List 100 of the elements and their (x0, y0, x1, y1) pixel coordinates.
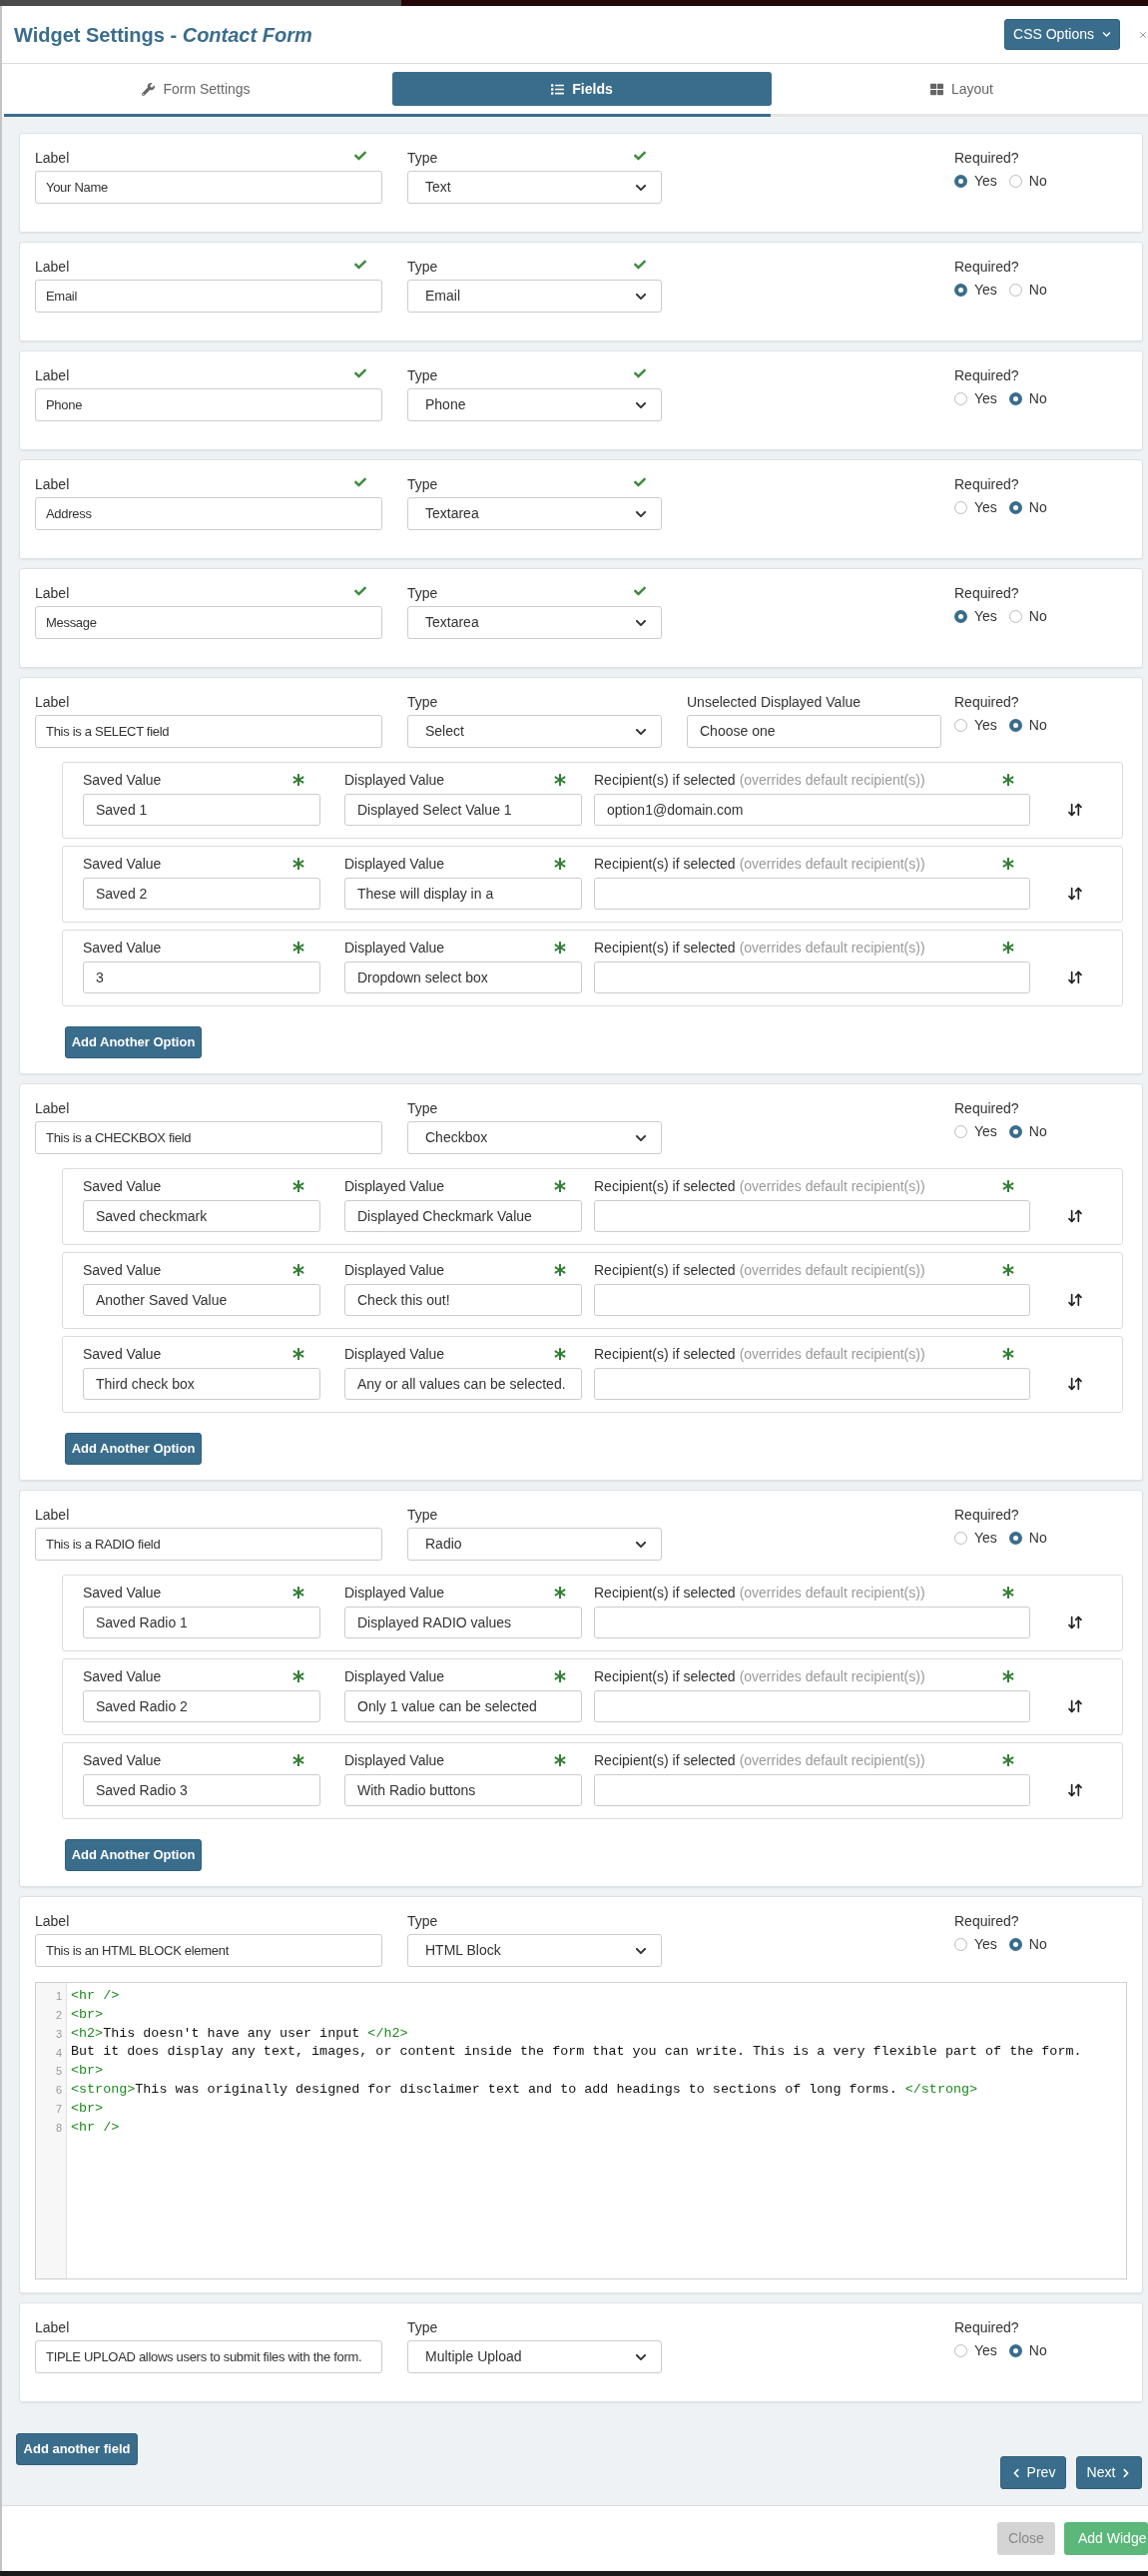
radio-option[interactable]: Yes (954, 1934, 997, 1954)
radio-option[interactable]: Yes (954, 1121, 997, 1141)
radio-option[interactable]: No (1008, 606, 1047, 626)
label-input[interactable]: This is a SELECT field (35, 715, 382, 748)
tab[interactable]: Layout (776, 72, 1148, 106)
up-down-arrows-icon[interactable] (1067, 1698, 1083, 1714)
up-down-arrows-icon[interactable] (1067, 886, 1083, 902)
saved-value-input[interactable]: Saved Radio 2 (83, 1690, 320, 1722)
displayed-value-input[interactable]: With Radio buttons (344, 1774, 582, 1806)
asterisk-icon (292, 1348, 304, 1360)
recipient-input[interactable] (594, 1690, 1030, 1722)
recipient-input[interactable] (594, 1284, 1030, 1316)
type-select[interactable]: Multiple Upload (407, 2340, 662, 2373)
unselected-value-input[interactable]: Choose one (687, 715, 941, 748)
recipient-input[interactable] (594, 1607, 1030, 1638)
radio-option[interactable]: Yes (954, 606, 997, 626)
radio-option[interactable]: No (1008, 280, 1047, 300)
radio-option[interactable]: No (1008, 715, 1047, 735)
label-input[interactable]: This is a RADIO field (35, 1528, 382, 1561)
type-select[interactable]: HTML Block (407, 1934, 662, 1967)
label-caption: Label (35, 1098, 70, 1118)
saved-value-input[interactable]: Saved checkmark (83, 1200, 320, 1232)
displayed-value-input[interactable]: Displayed Select Value 1 (344, 794, 582, 826)
asterisk-icon (1002, 942, 1014, 954)
up-down-arrows-icon[interactable] (1067, 1208, 1083, 1224)
saved-value-input[interactable]: Saved 2 (83, 878, 320, 910)
required-caption: Required? (954, 257, 1019, 277)
displayed-value-input[interactable]: These will display in a (344, 878, 582, 910)
asterisk-icon (292, 774, 304, 786)
saved-value-input[interactable]: Third check box (83, 1368, 320, 1400)
radio-option[interactable]: Yes (954, 715, 997, 735)
type-select[interactable]: Checkbox (407, 1121, 662, 1154)
required-caption: Required? (954, 148, 1019, 168)
up-down-arrows-icon[interactable] (1067, 1614, 1083, 1630)
radio-option[interactable]: No (1008, 388, 1047, 408)
add-option-button[interactable]: Add Another Option (65, 1026, 202, 1058)
recipient-input[interactable] (594, 1774, 1030, 1806)
type-select[interactable]: Select (407, 715, 662, 748)
label-input[interactable]: Your Name (35, 171, 382, 204)
radio-option[interactable]: Yes (954, 1528, 997, 1548)
line-number: 2 (55, 2007, 62, 2023)
up-down-arrows-icon[interactable] (1067, 1292, 1083, 1308)
asterisk-icon (554, 942, 566, 954)
radio-option[interactable]: No (1008, 2340, 1047, 2360)
displayed-value-input[interactable]: Only 1 value can be selected (344, 1690, 582, 1722)
next-button[interactable]: Next (1076, 2456, 1142, 2489)
code-editor[interactable] (35, 1982, 1127, 2279)
displayed-value-input[interactable]: Check this out! (344, 1284, 582, 1316)
type-select[interactable]: Radio (407, 1528, 662, 1561)
type-select[interactable]: Text (407, 171, 662, 204)
radio-option[interactable]: Yes (954, 388, 997, 408)
radio-option[interactable]: Yes (954, 2340, 997, 2360)
recipient-input[interactable] (594, 962, 1030, 993)
label-input[interactable]: Address (35, 497, 382, 530)
recipient-input[interactable] (594, 878, 1030, 910)
label-input[interactable]: Message (35, 606, 382, 639)
add-option-button[interactable]: Add Another Option (65, 1839, 202, 1871)
up-down-arrows-icon[interactable] (1067, 802, 1083, 818)
label-input[interactable]: TIPLE UPLOAD allows users to submit files with the form. (35, 2340, 382, 2373)
saved-value-input[interactable]: Another Saved Value (83, 1284, 320, 1316)
recipient-input[interactable]: option1@domain.com (594, 794, 1030, 826)
tab[interactable]: Form Settings (4, 72, 388, 106)
recipient-input[interactable] (594, 1200, 1030, 1232)
tab[interactable]: Fields (392, 72, 772, 106)
line-number: 4 (55, 2045, 62, 2061)
displayed-value-input[interactable]: Displayed RADIO values (344, 1607, 582, 1638)
radio-option[interactable]: No (1008, 1934, 1047, 1954)
up-down-arrows-icon[interactable] (1067, 1376, 1083, 1392)
label-input[interactable]: Phone (35, 388, 382, 421)
displayed-value-input[interactable]: Dropdown select box (344, 962, 582, 993)
label-input[interactable]: This is a CHECKBOX field (35, 1121, 382, 1154)
radio-option[interactable]: Yes (954, 280, 997, 300)
add-option-button[interactable]: Add Another Option (65, 1433, 202, 1465)
saved-value-input[interactable]: Saved Radio 1 (83, 1607, 320, 1638)
prev-button[interactable]: Prev (1000, 2456, 1066, 2489)
radio-option[interactable]: No (1008, 497, 1047, 517)
up-down-arrows-icon[interactable] (1067, 1782, 1083, 1798)
displayed-value-input[interactable]: Displayed Checkmark Value (344, 1200, 582, 1232)
type-select[interactable]: Textarea (407, 606, 662, 639)
asterisk-icon (554, 774, 566, 786)
saved-value-input[interactable]: Saved 1 (83, 794, 320, 826)
recipient-input[interactable] (594, 1368, 1030, 1400)
radio-option[interactable]: Yes (954, 497, 997, 517)
radio-option[interactable]: Yes (954, 171, 997, 191)
up-down-arrows-icon[interactable] (1067, 969, 1083, 985)
radio-option[interactable]: No (1008, 171, 1047, 191)
label-input[interactable]: This is an HTML BLOCK element (35, 1934, 382, 1967)
css-options-button[interactable]: CSS Options (1004, 19, 1120, 50)
type-select[interactable]: Textarea (407, 497, 662, 530)
type-select[interactable]: Email (407, 280, 662, 313)
displayed-value-input[interactable]: Any or all values can be selected. (344, 1368, 582, 1400)
type-select[interactable]: Phone (407, 388, 662, 421)
add-field-button[interactable]: Add another field (16, 2433, 138, 2465)
radio-option[interactable]: No (1008, 1121, 1047, 1141)
saved-value-input[interactable]: Saved Radio 3 (83, 1774, 320, 1806)
asterisk-icon (1002, 1670, 1014, 1682)
asterisk-icon (292, 1587, 304, 1599)
radio-option[interactable]: No (1008, 1528, 1047, 1548)
label-input[interactable]: Email (35, 280, 382, 313)
saved-value-input[interactable]: 3 (83, 962, 320, 993)
